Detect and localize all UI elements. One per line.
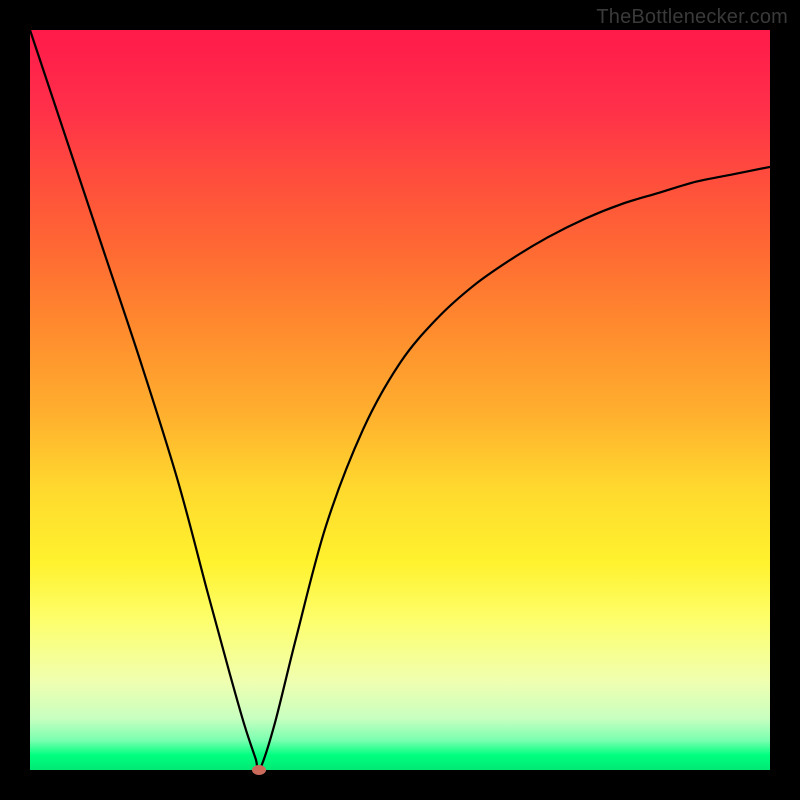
plot-area: [30, 30, 770, 770]
watermark-text: TheBottlenecker.com: [596, 6, 788, 29]
chart-container: TheBottlenecker.com: [0, 0, 800, 800]
minimum-marker-dot: [252, 765, 266, 775]
bottleneck-curve: [30, 30, 770, 770]
